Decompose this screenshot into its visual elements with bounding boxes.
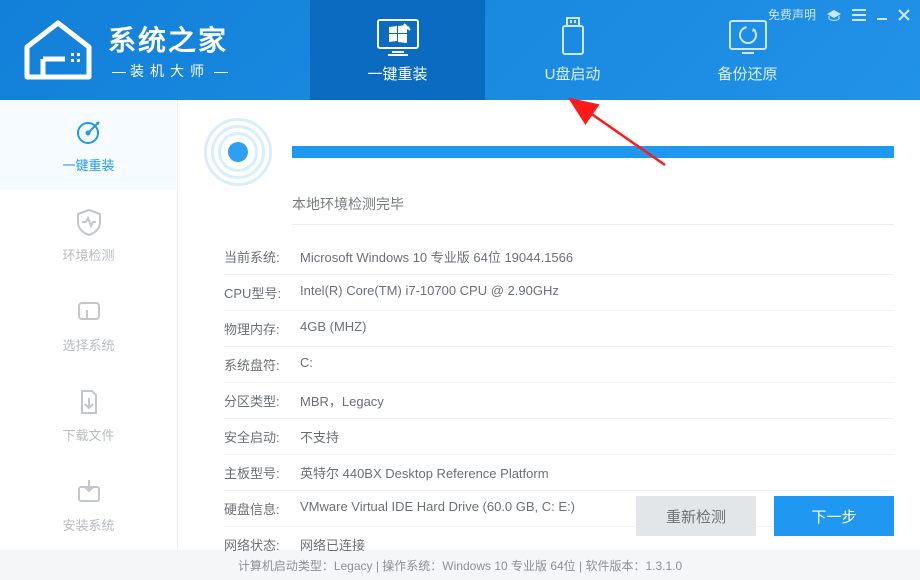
info-row: 物理内存:4GB (MHZ) — [224, 311, 894, 347]
sidebar-item-label: 下载文件 — [62, 425, 114, 444]
sidebar-item-label: 一键重装 — [62, 155, 114, 174]
usb-drive-icon — [558, 17, 588, 57]
app-subtitle: 装机大师 — [108, 61, 232, 81]
monitor-windows-icon — [375, 17, 421, 57]
house-logo-icon — [15, 15, 100, 85]
sidebar-item-label: 选择系统 — [62, 335, 114, 354]
backup-restore-icon — [726, 17, 770, 57]
tab-usb-boot[interactable]: U盘启动 — [485, 0, 660, 100]
select-system-icon — [74, 297, 104, 327]
sidebar-item-install[interactable]: 安装系统 — [0, 460, 177, 550]
radar-scan-icon — [204, 118, 272, 186]
tab-label: 一键重装 — [367, 63, 427, 84]
minimize-button[interactable] — [876, 9, 888, 21]
download-file-icon — [74, 387, 104, 417]
install-box-icon — [74, 477, 104, 507]
app-logo-block: 系统之家 装机大师 — [0, 15, 310, 85]
info-row: 当前系统:Microsoft Windows 10 专业版 64位 19044.… — [224, 239, 894, 275]
free-statement-link[interactable]: 免费声明 — [768, 6, 816, 23]
target-arrow-icon — [74, 117, 104, 147]
sidebar-item-label: 安装系统 — [62, 515, 114, 534]
info-row: 分区类型:MBR，Legacy — [224, 383, 894, 419]
sidebar-item-envcheck[interactable]: 环境检测 — [0, 190, 177, 280]
info-row: 主板型号:英特尔 440BX Desktop Reference Platfor… — [224, 455, 894, 491]
close-button[interactable] — [898, 9, 910, 21]
tab-label: 备份还原 — [717, 63, 777, 84]
info-row: CPU型号:Intel(R) Core(TM) i7-10700 CPU @ 2… — [224, 275, 894, 311]
sidebar-item-select-system[interactable]: 选择系统 — [0, 280, 177, 370]
info-row: 安全启动:不支持 — [224, 419, 894, 455]
sidebar-item-label: 环境检测 — [62, 245, 114, 264]
title-bar: 系统之家 装机大师 一键重装 U盘启动 备份还原 免费声明 — [0, 0, 920, 100]
app-title: 系统之家 — [108, 19, 232, 59]
shield-pulse-icon — [74, 207, 104, 237]
tab-label: U盘启动 — [545, 63, 601, 84]
menu-icon[interactable] — [852, 9, 866, 21]
main-panel: 本地环境检测完毕 当前系统:Microsoft Windows 10 专业版 6… — [178, 100, 920, 550]
rescan-button[interactable]: 重新检测 — [636, 496, 756, 536]
scan-progress-bar — [292, 146, 894, 158]
top-tabs: 一键重装 U盘启动 备份还原 — [310, 0, 835, 100]
sidebar: 一键重装 环境检测 选择系统 下载文件 安装系统 — [0, 100, 178, 550]
graduation-icon[interactable] — [826, 8, 842, 22]
next-button[interactable]: 下一步 — [774, 496, 894, 536]
sidebar-item-reinstall[interactable]: 一键重装 — [0, 100, 177, 190]
window-controls: 免费声明 — [768, 6, 910, 23]
info-row: 系统盘符:C: — [224, 347, 894, 383]
sidebar-item-download[interactable]: 下载文件 — [0, 370, 177, 460]
scan-status-text: 本地环境检测完毕 — [292, 194, 894, 225]
tab-reinstall[interactable]: 一键重装 — [310, 0, 485, 100]
